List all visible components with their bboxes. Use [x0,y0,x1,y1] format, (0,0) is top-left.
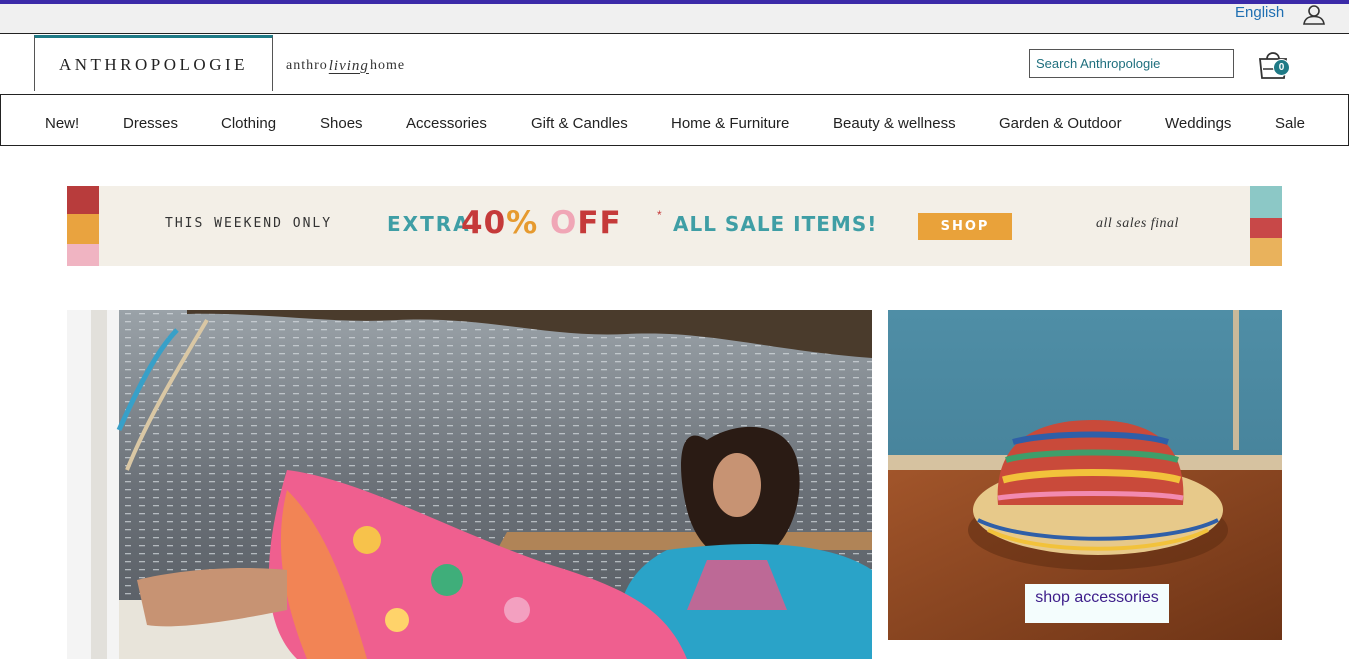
nav-item-shoes[interactable]: Shoes [320,115,363,132]
promo-weekend-text: THIS WEEKEND ONLY [165,216,333,231]
search-input[interactable] [1029,49,1234,78]
nav-item-gift-candles[interactable]: Gift & Candles [531,115,628,132]
promo-shop-button[interactable]: SHOP [918,213,1012,240]
language-selector[interactable]: English [1235,4,1284,21]
living-logo-script: living [328,57,369,74]
nav-item-clothing[interactable]: Clothing [221,115,276,132]
anthropologie-logo: ANTHROPOLOGIE [58,54,249,74]
promo-decor-block [67,244,99,266]
anthro-living-home-logo[interactable]: anthro living home [286,51,405,81]
promo-decor-block [67,186,99,214]
shop-accessories-link[interactable]: shop accessories [1025,584,1169,623]
promo-extra-text: EXTRA [387,212,471,236]
nav-item-home-furniture[interactable]: Home & Furniture [671,115,789,132]
nav-item-weddings[interactable]: Weddings [1165,115,1231,132]
promo-percent-sign: % [506,205,539,241]
promo-asterisk: * [657,208,662,222]
promo-discount: 40% OFF [461,205,622,241]
promo-decor-block [1250,186,1282,218]
promo-items-text: ALL SALE ITEMS! [673,212,878,236]
utility-bar: English [0,4,1349,34]
user-icon[interactable] [1303,5,1325,25]
nav-item-garden-outdoor[interactable]: Garden & Outdoor [999,115,1122,132]
cart-count-badge: 0 [1273,59,1290,76]
promo-decor-block [67,214,99,244]
promo-decor-block [1250,238,1282,266]
promo-off-o: O [550,205,578,241]
promo-banner[interactable]: THIS WEEKEND ONLY EXTRA 40% OFF * ALL SA… [67,186,1282,266]
promo-discount-amount: 40 [461,205,507,241]
nav-item-dresses[interactable]: Dresses [123,115,178,132]
main-navigation: New! Dresses Clothing Shoes Accessories … [0,94,1349,146]
promo-final-text: all sales final [1096,216,1179,231]
living-logo-post: home [369,58,406,73]
nav-item-beauty-wellness[interactable]: Beauty & wellness [833,115,956,132]
nav-item-new[interactable]: New! [45,115,79,132]
hero-main-image[interactable] [67,310,872,659]
nav-item-sale[interactable]: Sale [1275,115,1305,132]
anthropologie-logo-tab[interactable]: ANTHROPOLOGIE [34,35,273,91]
living-logo-pre: anthro [286,58,328,73]
promo-off-ff: FF [577,205,622,241]
brand-header: ANTHROPOLOGIE anthro living home 0 [0,35,1349,94]
nav-item-accessories[interactable]: Accessories [406,115,487,132]
promo-decor-block [1250,218,1282,238]
